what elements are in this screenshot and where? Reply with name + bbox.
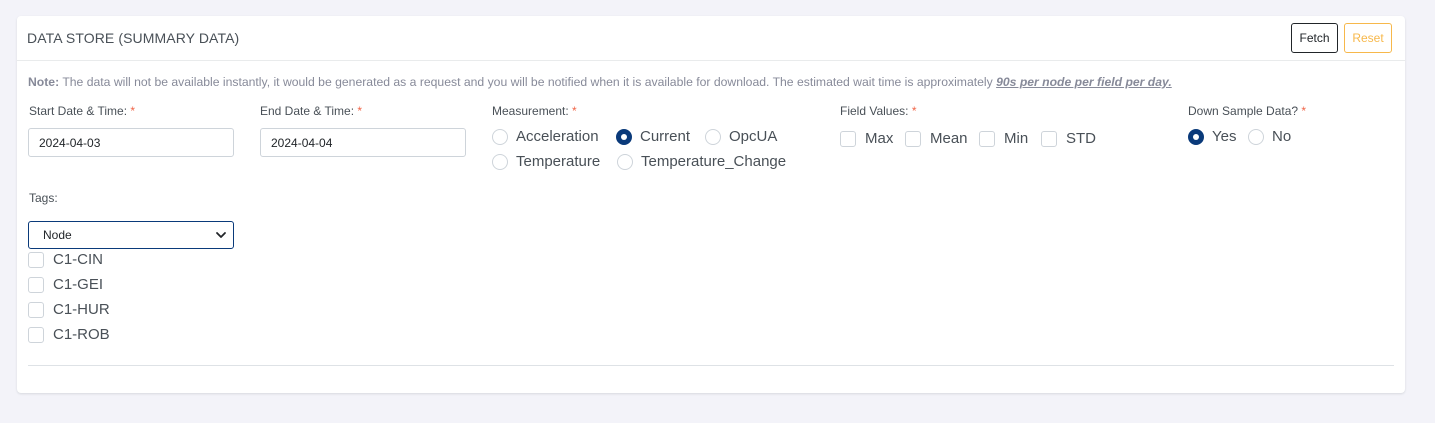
measurement-option-temperature[interactable]: Temperature <box>492 153 600 170</box>
card-header: DATA STORE (SUMMARY DATA) Fetch Reset <box>17 16 1405 61</box>
field-option-mean[interactable]: Mean <box>905 130 968 147</box>
field-option-max[interactable]: Max <box>840 130 893 147</box>
checkbox-icon[interactable] <box>28 301 44 318</box>
radio-checked-icon[interactable] <box>1188 128 1204 145</box>
down-sample-label: Down Sample Data? * <box>1188 104 1307 118</box>
tags-label: Tags: <box>29 191 58 205</box>
checkbox-icon[interactable] <box>28 276 44 293</box>
required-mark: * <box>1301 104 1307 118</box>
tags-select[interactable]: Node <box>28 221 234 249</box>
required-mark: * <box>572 104 577 118</box>
tag-item-c1-gei[interactable]: C1-GEI <box>28 276 103 293</box>
tag-item-c1-rob[interactable]: C1-ROB <box>28 326 110 343</box>
tags-select-value: Node <box>43 228 72 242</box>
checkbox-icon[interactable] <box>840 130 856 147</box>
measurement-label: Measurement: * <box>492 104 577 118</box>
measurement-option-opcua[interactable]: OpcUA <box>705 128 777 145</box>
measurement-option-temperature-change[interactable]: Temperature_Change <box>617 153 786 170</box>
radio-icon[interactable] <box>492 153 508 170</box>
page-title: DATA STORE (SUMMARY DATA) <box>27 30 240 46</box>
down-sample-option-yes[interactable]: Yes <box>1188 128 1236 145</box>
radio-icon[interactable] <box>705 128 721 145</box>
required-mark: * <box>357 104 363 118</box>
fetch-button[interactable]: Fetch <box>1291 23 1338 53</box>
radio-checked-icon[interactable] <box>616 128 632 145</box>
radio-icon[interactable] <box>617 153 633 170</box>
down-sample-option-no[interactable]: No <box>1248 128 1291 145</box>
divider <box>28 365 1394 366</box>
checkbox-icon[interactable] <box>28 326 44 343</box>
chevron-down-icon <box>216 232 226 238</box>
field-option-min[interactable]: Min <box>979 130 1028 147</box>
measurement-option-current[interactable]: Current <box>616 128 690 145</box>
end-date-input[interactable] <box>260 128 466 157</box>
required-mark: * <box>911 104 917 118</box>
checkbox-icon[interactable] <box>1041 130 1057 147</box>
note-wait-time: 90s per node per field per day. <box>996 75 1172 89</box>
start-date-input[interactable] <box>28 128 234 157</box>
tag-item-c1-hur[interactable]: C1-HUR <box>28 301 110 318</box>
required-mark: * <box>130 104 136 118</box>
note-text: Note: The data will not be available ins… <box>28 75 1172 89</box>
radio-icon[interactable] <box>1248 128 1264 145</box>
field-option-std[interactable]: STD <box>1041 130 1096 147</box>
reset-button[interactable]: Reset <box>1344 23 1392 53</box>
note-body: The data will not be available instantly… <box>59 75 997 89</box>
tag-item-c1-cin[interactable]: C1-CIN <box>28 251 103 268</box>
radio-icon[interactable] <box>492 128 508 145</box>
start-date-label: Start Date & Time: * <box>29 104 136 118</box>
checkbox-icon[interactable] <box>28 251 44 268</box>
checkbox-icon[interactable] <box>979 130 995 147</box>
end-date-label: End Date & Time: * <box>260 104 363 118</box>
field-values-label: Field Values: * <box>840 104 917 118</box>
data-store-card: DATA STORE (SUMMARY DATA) Fetch Reset No… <box>17 16 1405 393</box>
checkbox-icon[interactable] <box>905 130 921 147</box>
measurement-option-acceleration[interactable]: Acceleration <box>492 128 599 145</box>
note-prefix: Note: <box>28 75 60 89</box>
